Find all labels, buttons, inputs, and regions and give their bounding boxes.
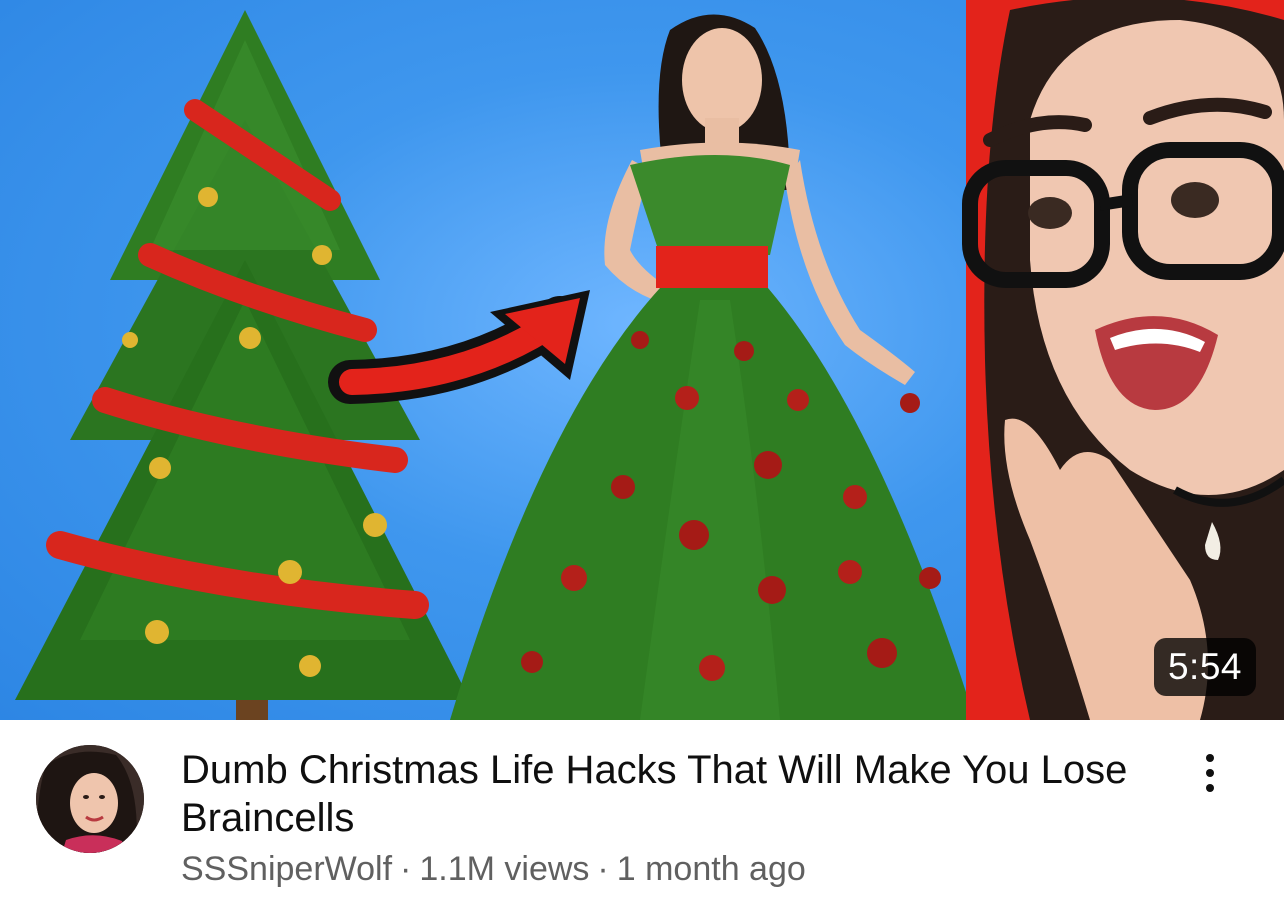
thumbnail-artwork [15,0,1284,720]
menu-dot [1206,784,1214,792]
menu-dot [1206,769,1214,777]
video-metadata: Dumb Christmas Life Hacks That Will Make… [0,720,1284,921]
video-card[interactable]: 5:54 Dumb Christmas Life Hacks That Will… [0,0,1284,921]
channel-avatar[interactable] [36,745,144,853]
menu-dot [1206,754,1214,762]
tree-dress-figure [450,14,975,720]
arrow-graphic [328,290,590,404]
video-thumbnail[interactable]: 5:54 [0,0,1284,720]
view-count: 1.1M views [419,850,590,888]
byline-separator: · [597,850,609,888]
avatar-portrait [36,745,144,853]
byline-separator: · [400,850,412,888]
vertical-ellipsis-icon[interactable] [1190,750,1230,794]
presenter-panel [962,0,1284,720]
channel-name[interactable]: SSSniperWolf [181,850,392,888]
video-title[interactable]: Dumb Christmas Life Hacks That Will Make… [181,746,1141,842]
upload-age: 1 month ago [616,850,806,888]
video-duration-badge: 5:54 [1153,638,1256,696]
video-byline: SSSniperWolf · 1.1M views · 1 month ago [181,848,806,890]
